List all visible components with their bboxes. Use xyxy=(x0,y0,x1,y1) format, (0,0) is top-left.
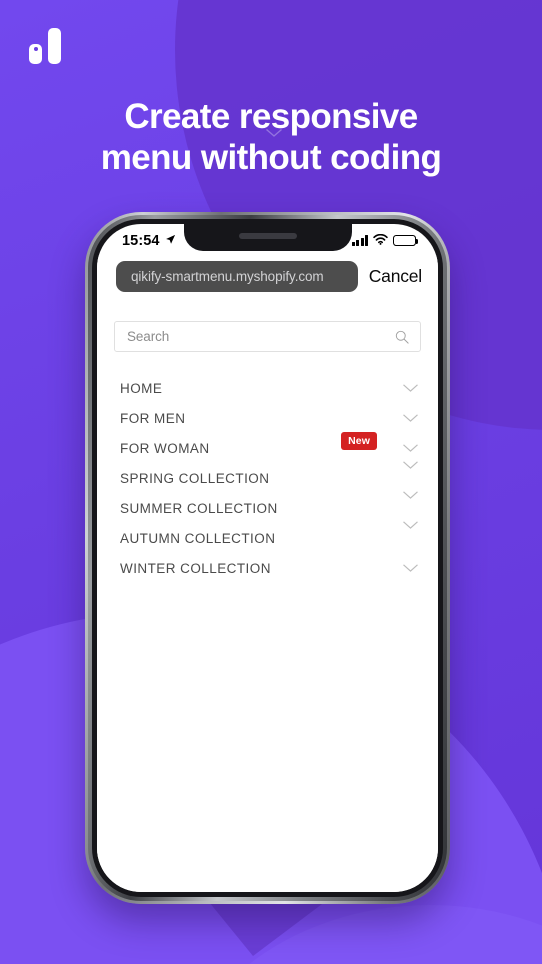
menu-item-label: FOR MEN xyxy=(120,410,186,426)
menu-item-label: WINTER COLLECTION xyxy=(120,560,271,576)
store-menu-page: Search HOME FOR MEN FOR WOMAN New SPRING… xyxy=(97,298,438,892)
menu-item-label: AUTUMN COLLECTION xyxy=(120,530,276,546)
address-bar-url: qikify-smartmenu.myshopify.com xyxy=(131,269,324,284)
menu-item-spring-collection[interactable]: SPRING COLLECTION xyxy=(120,460,419,493)
headline-line-2: menu without coding xyxy=(100,138,442,177)
chevron-down-icon[interactable] xyxy=(402,413,419,423)
search-icon[interactable] xyxy=(395,330,409,344)
menu-list: HOME FOR MEN FOR WOMAN New SPRING COLLEC… xyxy=(114,373,421,583)
status-time: 15:54 xyxy=(122,232,160,249)
menu-item-label: SPRING COLLECTION xyxy=(120,470,270,486)
status-badge: New xyxy=(341,432,377,450)
logo-bar-short xyxy=(29,44,42,64)
menu-item-home[interactable]: HOME xyxy=(120,373,419,403)
wifi-icon xyxy=(373,232,388,250)
phone-screen: 15:54 qikify-smartmenu.myshopify.com Can… xyxy=(97,224,438,892)
chevron-down-icon[interactable] xyxy=(402,383,419,393)
qikify-bars-logo-icon xyxy=(29,28,61,64)
logo-bar-tall xyxy=(48,28,61,64)
status-bar-right xyxy=(351,232,419,250)
chevron-down-icon[interactable] xyxy=(402,520,419,530)
logo-dot xyxy=(33,47,38,51)
address-bar[interactable]: qikify-smartmenu.myshopify.com xyxy=(116,261,358,292)
location-arrow-icon xyxy=(165,233,176,249)
menu-item-label: FOR WOMAN xyxy=(120,440,210,456)
menu-item-for-men[interactable]: FOR MEN xyxy=(120,403,419,433)
menu-item-summer-collection[interactable]: SUMMER COLLECTION xyxy=(120,490,419,523)
search-placeholder: Search xyxy=(127,329,170,344)
browser-toolbar: qikify-smartmenu.myshopify.com Cancel xyxy=(97,255,438,298)
menu-item-label: HOME xyxy=(120,380,163,396)
chevron-down-icon[interactable] xyxy=(402,490,419,500)
phone-mockup: 15:54 qikify-smartmenu.myshopify.com Can… xyxy=(85,212,450,904)
chevron-down-icon[interactable] xyxy=(402,563,419,573)
menu-item-label: SUMMER COLLECTION xyxy=(120,500,278,516)
search-input[interactable]: Search xyxy=(114,321,421,352)
cellular-signal-icon xyxy=(351,235,368,246)
notch-speaker xyxy=(238,233,297,239)
battery-full-icon xyxy=(393,234,419,247)
cancel-button[interactable]: Cancel xyxy=(369,266,422,287)
chevron-down-icon[interactable] xyxy=(402,443,419,453)
menu-item-for-woman[interactable]: FOR WOMAN New xyxy=(120,432,419,463)
status-bar-left: 15:54 xyxy=(122,233,176,249)
menu-item-winter-collection[interactable]: WINTER COLLECTION xyxy=(120,553,419,583)
chevron-down-icon-ghost xyxy=(265,128,283,138)
chevron-down-icon[interactable] xyxy=(402,460,419,470)
phone-notch xyxy=(183,224,352,251)
menu-item-autumn-collection[interactable]: AUTUMN COLLECTION xyxy=(120,520,419,553)
